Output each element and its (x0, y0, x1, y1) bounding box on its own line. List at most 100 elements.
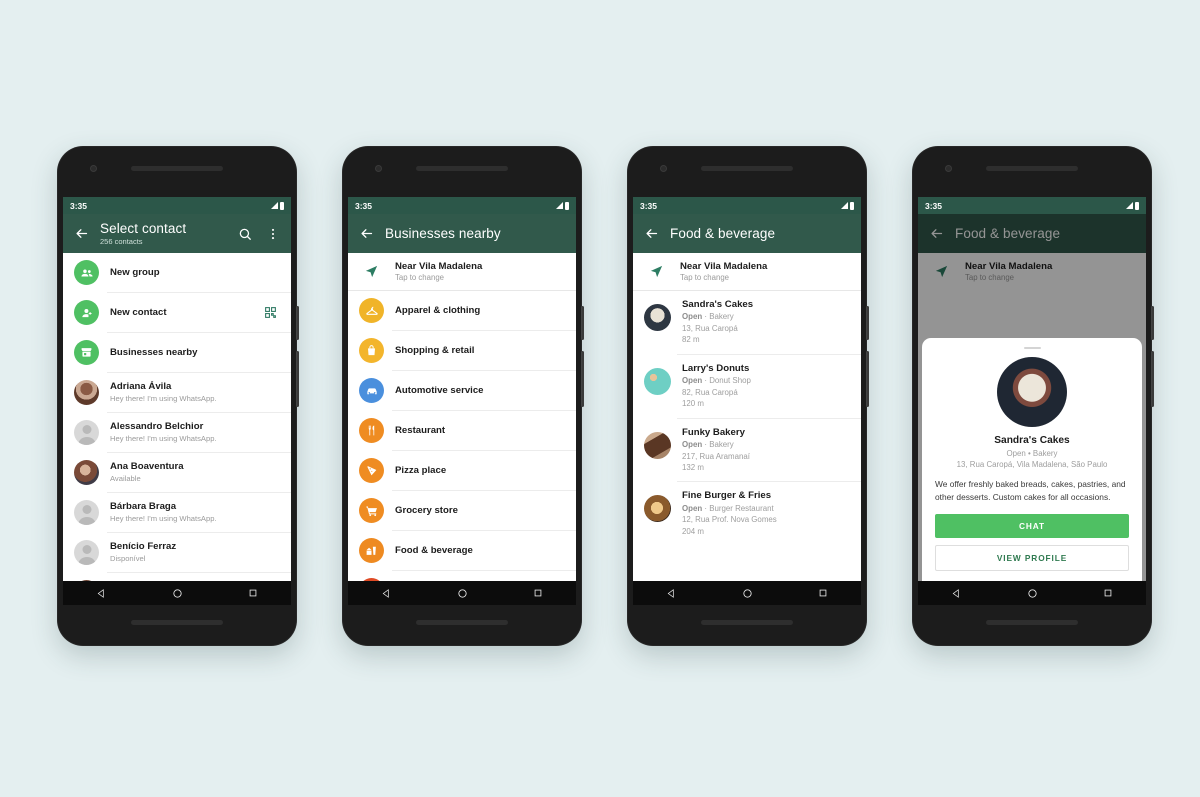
location-row[interactable]: Near Vila Madalena Tap to change (633, 253, 861, 290)
chat-button[interactable]: CHAT (935, 514, 1129, 538)
business-status: Open (682, 440, 703, 450)
nav-home-circle-icon[interactable] (172, 588, 183, 599)
category-restaurant[interactable]: Restaurant (348, 411, 576, 450)
volume-button[interactable] (296, 351, 299, 407)
nav-back-triangle-icon[interactable] (951, 588, 962, 599)
back-arrow-icon[interactable] (642, 224, 661, 243)
power-button[interactable] (1151, 306, 1154, 340)
android-nav-bar (633, 581, 861, 605)
nav-back-triangle-icon[interactable] (666, 588, 677, 599)
status-bar: 3:35 (918, 197, 1146, 214)
avatar (74, 540, 99, 565)
bottom-speaker (986, 620, 1078, 625)
business-category: Donut Shop (709, 376, 751, 386)
category-grocery-store[interactable]: Grocery store (348, 491, 576, 530)
contact-status: Hey there! I'm using WhatsApp. (110, 394, 217, 404)
category-apparel-clothing[interactable]: Apparel & clothing (348, 291, 576, 330)
view-profile-button[interactable]: VIEW PROFILE (935, 545, 1129, 571)
list-item[interactable]: Benício Ferraz Disponível (63, 533, 291, 572)
action-businesses-nearby[interactable]: Businesses nearby (63, 333, 291, 372)
front-camera-icon (375, 165, 382, 172)
list-item[interactable]: Douglas 👍 (63, 573, 291, 581)
avatar (74, 460, 99, 485)
business-row[interactable]: Sandra's Cakes Open · Bakery 13, Rua Car… (633, 291, 861, 354)
power-button[interactable] (581, 306, 584, 340)
business-status: Open (682, 312, 703, 322)
page-title: Businesses nearby (385, 225, 501, 241)
contact-name: Alessandro Belchior (110, 421, 204, 433)
nav-recents-square-icon[interactable] (818, 588, 828, 598)
business-row[interactable]: Funky Bakery Open · Bakery 217, Rua Aram… (633, 419, 861, 482)
list-item[interactable]: Alessandro Belchior Hey there! I'm using… (63, 413, 291, 452)
contact-name: Bárbara Braga (110, 501, 177, 513)
screen-select-contact: 3:35 Select contact 256 contacts New gro… (63, 197, 291, 581)
category-food-beverage[interactable]: Food & beverage (348, 531, 576, 570)
power-button[interactable] (296, 306, 299, 340)
nav-back-triangle-icon[interactable] (96, 588, 107, 599)
list-item[interactable]: Bárbara Braga Hey there! I'm using Whats… (63, 493, 291, 532)
business-thumbnail (644, 495, 671, 523)
back-arrow-icon[interactable] (72, 224, 91, 243)
signal-icon (841, 202, 848, 209)
location-row[interactable]: Near Vila Madalena Tap to change (348, 253, 576, 290)
location-name: Near Vila Madalena (395, 261, 483, 272)
category-education[interactable]: Education (348, 571, 576, 581)
contact-status: Available (110, 474, 141, 484)
business-name: Funky Bakery (682, 426, 745, 438)
nav-home-circle-icon[interactable] (742, 588, 753, 599)
list-item[interactable]: Adriana Ávila Hey there! I'm using Whats… (63, 373, 291, 412)
back-arrow-icon[interactable] (357, 224, 376, 243)
business-thumbnail (644, 304, 671, 331)
nav-recents-square-icon[interactable] (248, 588, 258, 598)
category-label: Apparel & clothing (395, 304, 481, 316)
category-label: Grocery store (395, 504, 458, 516)
location-action: Tap to change (395, 273, 444, 282)
android-nav-bar (63, 581, 291, 605)
volume-button[interactable] (1151, 351, 1154, 407)
contact-status: Hey there! I'm using WhatsApp. (110, 514, 217, 524)
nav-recents-square-icon[interactable] (533, 588, 543, 598)
car-icon (359, 378, 384, 403)
screen-businesses-nearby: 3:35 Businesses nearby Near Vila Madalen… (348, 197, 576, 581)
battery-icon (565, 201, 569, 210)
status-time: 3:35 (70, 200, 88, 211)
action-new-contact[interactable]: New contact (63, 293, 291, 332)
business-name: Larry's Donuts (682, 362, 750, 374)
volume-button[interactable] (866, 351, 869, 407)
business-meta: Open · Burger Restaurant (682, 503, 774, 513)
nav-recents-square-icon[interactable] (1103, 588, 1113, 598)
pizza-slice-icon (359, 458, 384, 483)
category-label: Pizza place (395, 464, 447, 476)
business-distance: 132 m (682, 463, 704, 473)
volume-button[interactable] (581, 351, 584, 407)
cutlery-icon (359, 418, 384, 443)
category-pizza-place[interactable]: Pizza place (348, 451, 576, 490)
nav-home-circle-icon[interactable] (1027, 588, 1038, 599)
earpiece-speaker (131, 166, 223, 171)
list-item[interactable]: Ana Boaventura Available (63, 453, 291, 492)
drag-handle[interactable] (1023, 346, 1041, 349)
page-title: Select contact (100, 220, 187, 236)
business-row[interactable]: Larry's Donuts Open · Donut Shop 82, Rua… (633, 355, 861, 418)
shopping-bag-icon (359, 338, 384, 363)
category-automotive-service[interactable]: Automotive service (348, 371, 576, 410)
action-new-group[interactable]: New group (63, 253, 291, 292)
qr-code-icon[interactable] (261, 303, 280, 322)
signal-icon (556, 202, 563, 209)
nav-back-triangle-icon[interactable] (381, 588, 392, 599)
bottom-speaker (131, 620, 223, 625)
business-row[interactable]: Fine Burger & Fries Open · Burger Restau… (633, 482, 861, 545)
business-thumbnail (644, 367, 671, 395)
more-vertical-icon[interactable] (263, 224, 282, 243)
front-camera-icon (90, 165, 97, 172)
business-profile-sheet: Sandra's Cakes Open • Bakery 13, Rua Car… (922, 337, 1142, 581)
search-icon[interactable] (235, 224, 254, 243)
phone-device-4: 3:35 Food & beverage Near Vila Madalena (912, 146, 1154, 646)
battery-icon (280, 201, 284, 210)
bottom-speaker (701, 620, 793, 625)
avatar (74, 380, 99, 405)
power-button[interactable] (866, 306, 869, 340)
nav-home-circle-icon[interactable] (457, 588, 468, 599)
category-shopping-retail[interactable]: Shopping & retail (348, 331, 576, 370)
android-nav-bar (348, 581, 576, 605)
